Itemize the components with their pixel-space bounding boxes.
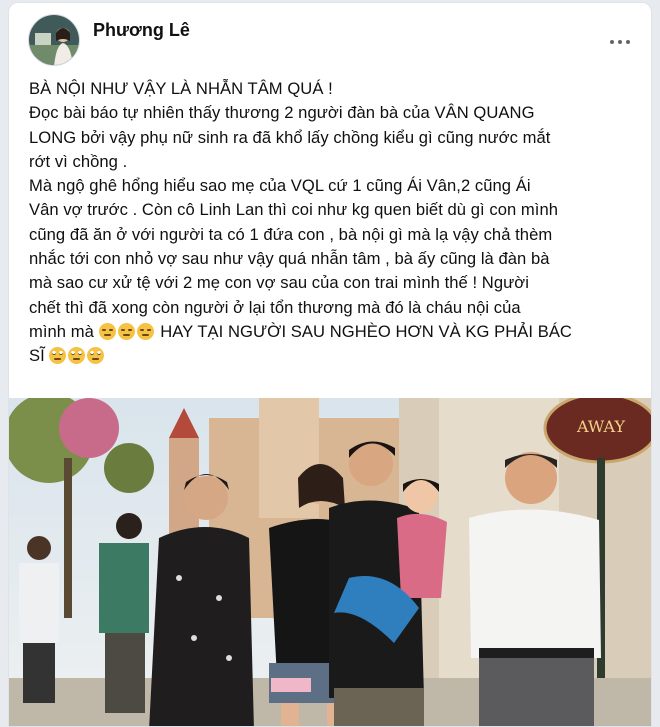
eye-roll-emoji-icon (68, 347, 86, 365)
post-line: mình mà HAY TẠI NGƯỜI SAU NGHÈO HƠN VÀ K… (29, 320, 641, 344)
post-line: SĨ (29, 344, 641, 368)
post-card: Phương Lê BÀ NỘI NHƯ VẬY LÀ NHẪN TÂM QUÁ… (8, 2, 652, 727)
post-line: cũng đã ăn ở với người ta có 1 đứa con ,… (29, 224, 553, 244)
author-name[interactable]: Phương Lê (93, 20, 190, 41)
more-options-button[interactable] (603, 25, 637, 59)
post-line: chết thì đã xong còn người ở lại tổn thư… (29, 297, 521, 317)
disappointed-emoji-icon (136, 322, 154, 340)
more-options-icon (610, 40, 614, 44)
post-line: BÀ NỘI NHƯ VẬY LÀ NHẪN TÂM QUÁ ! (29, 79, 333, 98)
post-line: nhắc tới con nhỏ vợ sau như vậy quá nhẫn… (29, 249, 550, 269)
post-text: BÀ NỘI NHƯ VẬY LÀ NHẪN TÂM QUÁ ! Đọc bài… (29, 77, 641, 369)
svg-text:AWAY: AWAY (576, 417, 625, 436)
post-line: Vân vợ trước . Còn cô Linh Lan thì coi n… (29, 200, 558, 220)
post-line-text: HAY TẠI NGƯỜI SAU NGHÈO HƠN VÀ KG PHẢI B… (160, 321, 572, 341)
post-line: mà sao cư xử tệ với 2 mẹ con vợ sau của … (29, 273, 529, 293)
post-photo[interactable]: AWAY (9, 398, 651, 726)
post-line-text: mình mà (29, 321, 94, 341)
eye-roll-emoji-icon (87, 347, 105, 365)
family-photo-image: AWAY (9, 398, 651, 726)
profile-photo-icon (29, 15, 79, 65)
post-line-text: SĨ (29, 346, 45, 366)
post-line: Mà ngộ ghê hổng hiểu sao mẹ của VQL cứ 1… (29, 176, 531, 196)
disappointed-emoji-icon (98, 322, 116, 340)
post-line: LONG bởi vậy phụ nữ sinh ra đã khổ lấy c… (29, 127, 551, 147)
author-avatar[interactable] (28, 14, 80, 66)
disappointed-emoji-icon (117, 322, 135, 340)
post-line: Đọc bài báo tự nhiên thấy thương 2 người… (29, 103, 535, 123)
eye-roll-emoji-icon (49, 347, 67, 365)
post-header: Phương Lê (9, 3, 651, 69)
post-line: rớt vì chồng . (29, 151, 128, 171)
